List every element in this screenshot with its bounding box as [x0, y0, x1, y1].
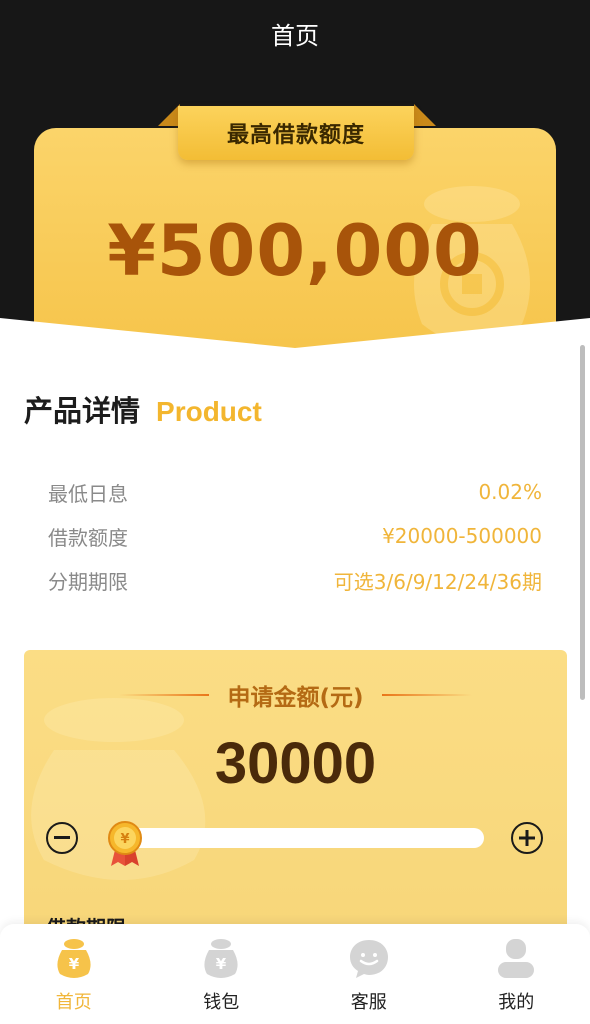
bottom-tab-bar: ¥ 首页 ¥ 钱包 客服 我的 [0, 924, 590, 1024]
minus-icon [54, 836, 70, 839]
scrollbar[interactable] [580, 345, 585, 700]
apply-title-row: 申请金额(元) [24, 678, 567, 712]
tab-home[interactable]: ¥ 首页 [0, 924, 148, 1024]
detail-row-installment-term: 分期期限 可选3/6/9/12/24/36期 [48, 565, 542, 595]
max-loan-amount: ¥500,000 [107, 210, 483, 292]
max-loan-badge: 最高借款额度 [178, 106, 414, 160]
apply-amount-value: 30000 [214, 731, 377, 796]
decrease-amount-button[interactable] [46, 822, 78, 854]
chat-bubble-icon [349, 940, 388, 978]
badge-ribbon-right [414, 104, 436, 126]
tab-label: 钱包 [203, 992, 240, 1013]
plus-icon [519, 830, 535, 846]
apply-amount-card: 申请金额(元) 30000 ¥ 借款期限 [24, 650, 567, 950]
increase-amount-button[interactable] [511, 822, 543, 854]
detail-label: 分期期限 [48, 569, 128, 594]
amount-slider-thumb[interactable]: ¥ [105, 820, 145, 868]
svg-text:¥: ¥ [69, 955, 80, 973]
badge-ribbon-left [158, 104, 180, 126]
detail-value: 0.02% [478, 480, 542, 504]
svg-text:¥: ¥ [121, 832, 130, 847]
max-loan-label: 最高借款额度 [226, 123, 365, 148]
tab-label: 首页 [55, 992, 92, 1013]
tab-label: 我的 [498, 992, 535, 1013]
detail-row-loan-limit: 借款额度 ¥20000-500000 [48, 521, 542, 551]
tab-label: 客服 [350, 992, 387, 1013]
tab-wallet[interactable]: ¥ 钱包 [148, 924, 296, 1024]
money-bag-icon: ¥ [57, 939, 91, 978]
product-title-en: Product [156, 396, 262, 427]
product-title-cn: 产品详情 [24, 394, 141, 428]
title-line-right [381, 694, 472, 696]
detail-label: 借款额度 [48, 525, 128, 550]
tab-profile[interactable]: 我的 [443, 924, 590, 1024]
user-icon [498, 939, 535, 978]
tab-customer-service[interactable]: 客服 [295, 924, 443, 1024]
page-title: 首页 [271, 22, 319, 50]
title-line-left [119, 694, 210, 696]
svg-text:¥: ¥ [216, 955, 227, 973]
detail-value: ¥20000-500000 [382, 524, 542, 548]
detail-label: 最低日息 [48, 481, 128, 506]
detail-value: 可选3/6/9/12/24/36期 [333, 569, 542, 594]
wave-divider [0, 318, 590, 398]
amount-slider-track[interactable] [124, 828, 484, 848]
product-section-header: 产品详情 Product [24, 388, 262, 430]
wallet-icon: ¥ [204, 939, 238, 978]
apply-title: 申请金额(元) [227, 685, 364, 711]
detail-row-daily-rate: 最低日息 0.02% [48, 477, 542, 507]
